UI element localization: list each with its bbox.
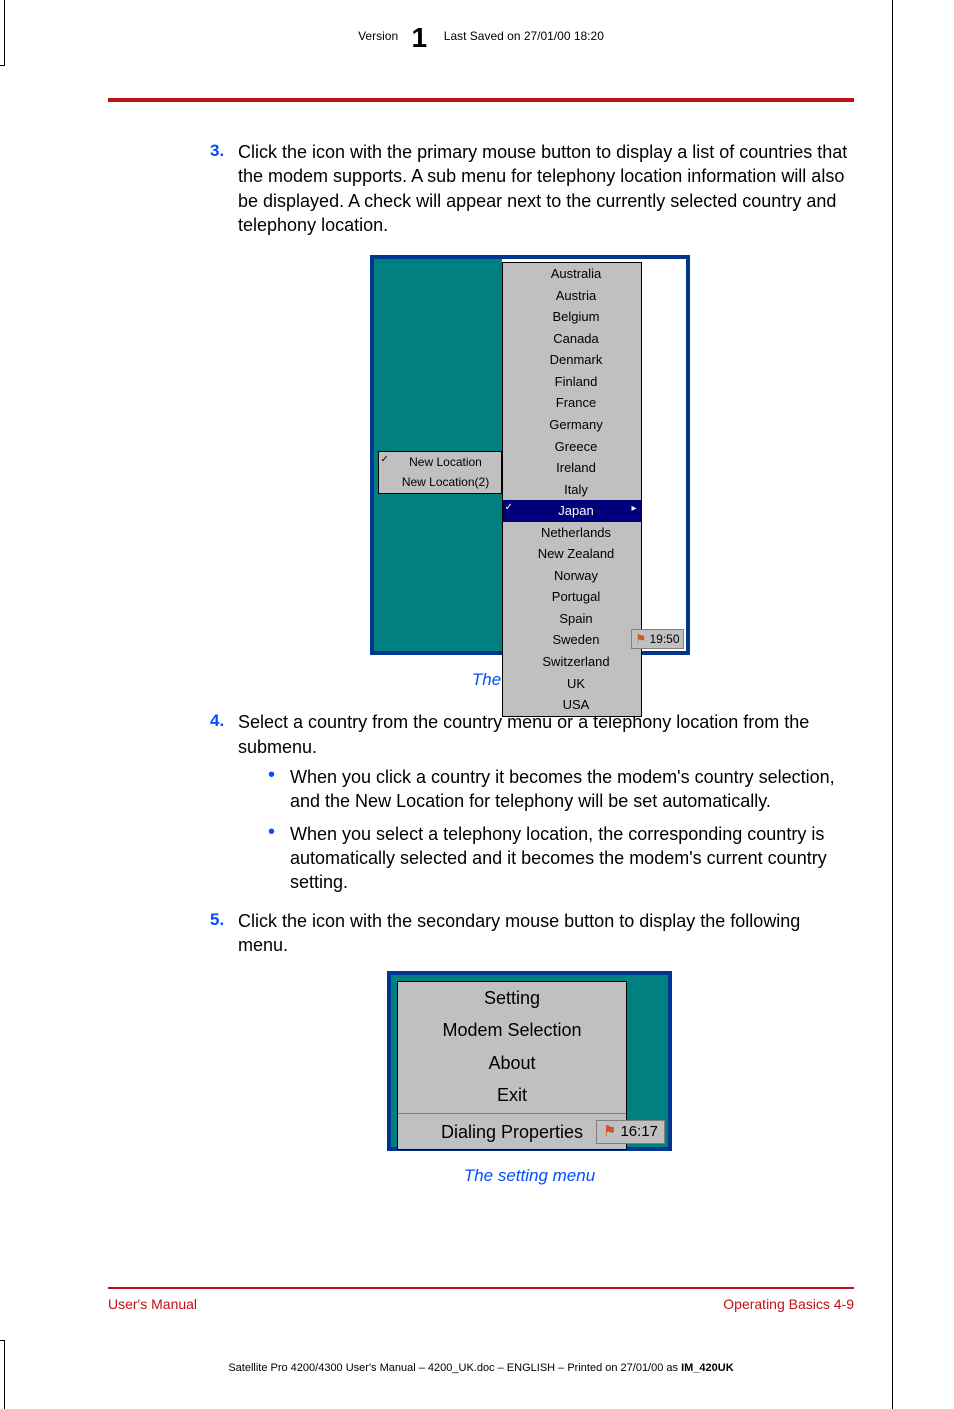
saved-info: Last Saved on 27/01/00 18:20: [444, 29, 604, 43]
setting-menu-screenshot: Setting Modem Selection About Exit Diali…: [387, 971, 672, 1151]
page-footer: User's Manual Operating Basics 4-9: [108, 1296, 854, 1312]
step-3: 3. Click the icon with the primary mouse…: [210, 140, 849, 237]
country-item[interactable]: Portugal: [503, 586, 641, 608]
country-item[interactable]: Germany: [503, 414, 641, 436]
country-item[interactable]: UK: [503, 673, 641, 695]
country-item[interactable]: Canada: [503, 328, 641, 350]
country-list-screenshot: New Location New Location(2) Australia A…: [370, 255, 690, 655]
step-4: 4. Select a country from the country men…: [210, 710, 849, 902]
taskbar: ⚑ 19:50: [631, 629, 683, 649]
country-item[interactable]: Finland: [503, 371, 641, 393]
page-header: Version 1 Last Saved on 27/01/00 18:20: [108, 20, 854, 52]
country-item[interactable]: Denmark: [503, 349, 641, 371]
step-text-span: Select a country from the country menu o…: [238, 712, 809, 756]
country-item[interactable]: Norway: [503, 565, 641, 587]
country-item-selected[interactable]: Japan: [503, 500, 641, 522]
crop-mark-bottom: [0, 1340, 5, 1409]
menu-item-modem-selection[interactable]: Modem Selection: [398, 1014, 626, 1046]
country-item[interactable]: Ireland: [503, 457, 641, 479]
step-number: 5.: [210, 909, 238, 958]
step-4-bullets: When you click a country it becomes the …: [268, 765, 849, 894]
tray-icon[interactable]: ⚑: [635, 632, 646, 646]
location-submenu: New Location New Location(2): [378, 451, 502, 493]
clock: 19:50: [649, 632, 679, 646]
location-item[interactable]: New Location(2): [379, 472, 501, 492]
location-item[interactable]: New Location: [379, 452, 501, 472]
crop-mark-top: [0, 0, 5, 66]
country-item[interactable]: Netherlands: [503, 522, 641, 544]
step-text: Click the icon with the secondary mouse …: [238, 909, 849, 958]
version-label: Version: [358, 29, 398, 43]
clock: 16:17: [620, 1123, 658, 1140]
country-item[interactable]: Switzerland: [503, 651, 641, 673]
crop-mark-right: [892, 0, 954, 1409]
footer-right: Operating Basics 4-9: [723, 1296, 854, 1312]
country-item[interactable]: Spain: [503, 608, 641, 630]
menu-separator: [398, 1113, 626, 1114]
step-5: 5. Click the icon with the secondary mou…: [210, 909, 849, 958]
context-menu: Setting Modem Selection About Exit Diali…: [397, 981, 627, 1149]
header-rule: [108, 98, 854, 102]
country-item[interactable]: Italy: [503, 479, 641, 501]
country-item[interactable]: Belgium: [503, 306, 641, 328]
footer-rule: [108, 1287, 854, 1289]
country-item[interactable]: Austria: [503, 285, 641, 307]
menu-item-setting[interactable]: Setting: [398, 982, 626, 1014]
bullet-item: When you select a telephony location, th…: [268, 822, 849, 895]
bullet-item: When you click a country it becomes the …: [268, 765, 849, 814]
taskbar: ⚑ 16:17: [596, 1120, 665, 1144]
print-info-text: Satellite Pro 4200/4300 User's Manual – …: [228, 1362, 681, 1374]
menu-item-dialing-properties[interactable]: Dialing Properties: [398, 1116, 626, 1148]
figure-2-caption: The setting menu: [210, 1165, 849, 1188]
footer-left: User's Manual: [108, 1296, 197, 1312]
step-text: Select a country from the country menu o…: [238, 710, 849, 902]
main-content: 3. Click the icon with the primary mouse…: [210, 140, 849, 1206]
version-number: 1: [411, 22, 427, 54]
menu-item-exit[interactable]: Exit: [398, 1079, 626, 1111]
country-item[interactable]: New Zealand: [503, 543, 641, 565]
country-item[interactable]: USA: [503, 694, 641, 716]
figure-2: Setting Modem Selection About Exit Diali…: [210, 971, 849, 1157]
country-item[interactable]: Sweden: [503, 629, 641, 651]
country-menu: Australia Austria Belgium Canada Denmark…: [502, 262, 642, 716]
country-item[interactable]: France: [503, 392, 641, 414]
country-item[interactable]: Australia: [503, 263, 641, 285]
figure-1: New Location New Location(2) Australia A…: [210, 255, 849, 661]
country-item[interactable]: Greece: [503, 436, 641, 458]
step-text: Click the icon with the primary mouse bu…: [238, 140, 849, 237]
tray-icon[interactable]: ⚑: [603, 1123, 616, 1140]
menu-item-about[interactable]: About: [398, 1047, 626, 1079]
step-number: 3.: [210, 140, 238, 237]
step-number: 4.: [210, 710, 238, 902]
print-info-code: IM_420UK: [681, 1362, 734, 1374]
print-info: Satellite Pro 4200/4300 User's Manual – …: [108, 1362, 854, 1374]
